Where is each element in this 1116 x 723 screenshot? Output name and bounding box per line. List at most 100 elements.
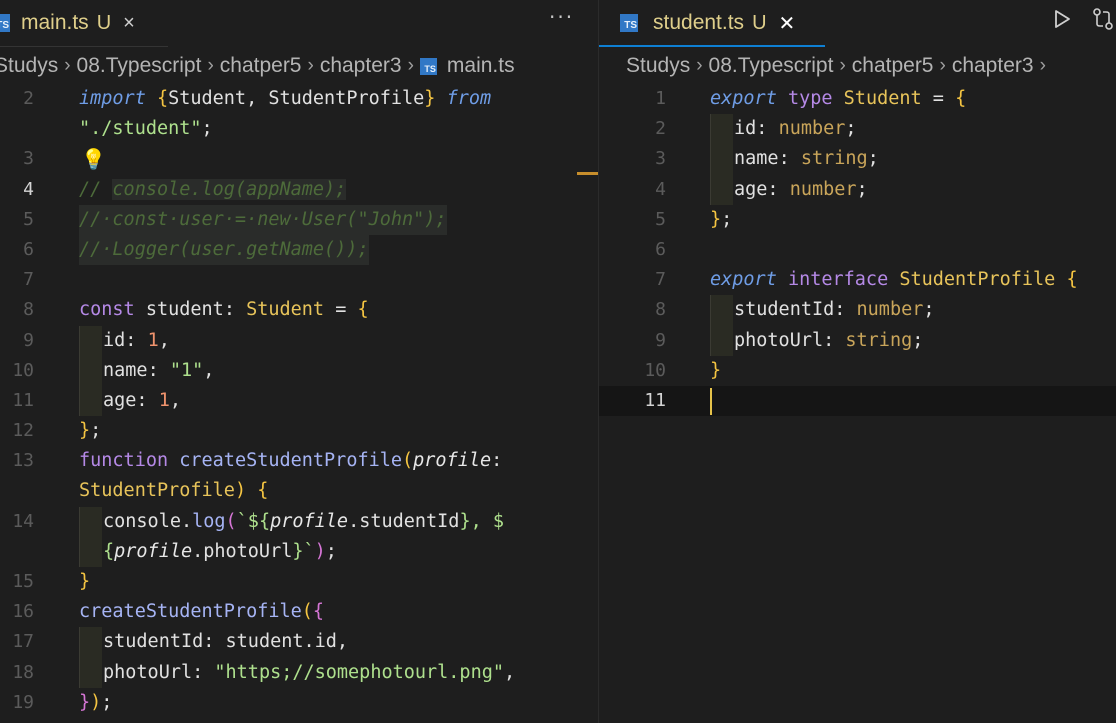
code-line-wrap: "./student"; [0,114,598,144]
code-text: } [79,571,91,592]
line-number: 12 [12,420,34,442]
left-tab-bar: TS main.ts U × ··· [0,0,598,47]
untracked-badge: U [96,11,112,34]
tab-label: main.ts [21,11,89,34]
code-line: 2 import {Student, StudentProfile} from [0,84,598,114]
code-text: export type Student = { [710,88,967,109]
line-number: 15 [12,571,34,592]
chevron-right-icon: › [696,55,703,76]
breadcrumb: Studys › 08.Typescript › chatper5 › chap… [0,49,598,83]
line-number: 13 [12,450,34,472]
line-number: 14 [12,510,34,532]
code-line: 14 console.log(`${profile.studentId}, $ [0,506,598,537]
breadcrumb-file[interactable]: TS main.ts [419,54,515,78]
code-line: 11 [599,386,1116,416]
code-text: StudentProfile) { [79,480,269,502]
lightbulb-icon[interactable]: 💡 [81,144,106,174]
code-text: "./student"; [79,118,213,140]
indent-guide [79,657,102,688]
breadcrumb-item[interactable]: chapter3 [952,54,1034,78]
line-number: 8 [23,299,34,321]
line-number: 9 [23,329,34,351]
close-tab-icon[interactable]: × [123,12,135,35]
code-line: 6 [599,235,1116,265]
tab-main-ts[interactable]: TS main.ts U × [0,0,168,47]
line-number: 1 [655,88,666,109]
line-number: 16 [12,601,34,623]
play-icon[interactable] [1051,8,1073,30]
code-line: 18 photoUrl: "https;//somephotourl.png", [0,657,598,688]
code-line: 11 age: 1, [0,385,598,417]
overview-ruler-marker [577,172,598,175]
compare-changes-icon[interactable] [1091,6,1116,32]
indent-guide [710,325,733,356]
line-number: 18 [12,661,34,683]
line-number: 11 [12,389,34,411]
line-number: 10 [644,359,666,381]
line-number: 6 [655,238,666,260]
line-number: 5 [655,208,666,230]
code-comment: // console.log(appName); [79,178,347,200]
breadcrumb-item[interactable]: Studys [0,54,58,78]
code-line: 2 id: number; [599,114,1116,145]
code-line: 7 [0,265,598,295]
code-editor-student[interactable]: 1 export type Student = { 2 id: number; … [599,84,1116,417]
code-text: id: 1, [103,329,170,351]
code-line: 10 name: "1", [0,355,598,386]
chevron-right-icon: › [939,55,946,76]
chevron-right-icon: › [307,55,314,76]
code-text: export interface StudentProfile { [710,269,1078,291]
line-number: 7 [23,269,34,291]
code-text: }); [79,691,113,713]
tab-student-ts[interactable]: TS student.ts U ✕ [599,0,825,47]
line-number: 8 [655,299,666,321]
code-text: id: number; [734,118,857,140]
breadcrumb-item[interactable]: chatper5 [220,54,302,78]
left-editor-group: TS main.ts U × ··· Studys › 08.Typescrip… [0,0,598,723]
indent-guide [79,506,102,537]
indent-guide [79,627,102,658]
code-line: 19 }); [0,688,598,718]
code-line: 1 export type Student = { [599,84,1116,114]
indent-guide [710,114,733,145]
breadcrumb-item[interactable]: 08.Typescript [709,54,834,78]
code-text: }; [79,420,102,442]
code-line: 15 } [0,567,598,597]
code-text: photoUrl: string; [734,329,924,351]
line-number: 2 [23,88,34,109]
line-number: 7 [655,269,666,291]
code-line: 6 //·Logger(user.getName()); [0,234,598,266]
chevron-right-icon: › [839,55,846,76]
breadcrumb-item[interactable]: 08.Typescript [77,54,202,78]
indent-guide [79,325,102,356]
code-line-wrap: {profile.photoUrl}`); [0,536,598,567]
code-text: } [710,359,722,381]
text-cursor [710,387,712,415]
line-number: 4 [23,178,34,200]
right-editor-group: TS student.ts U ✕ Studys › 08.Typescript… [599,0,1116,723]
code-line: 8 const student: Student = { [0,295,598,325]
breadcrumb-item[interactable]: Studys [626,54,690,78]
code-text: createStudentProfile({ [79,601,325,623]
line-number: 3 [23,148,34,170]
more-actions-icon[interactable]: ··· [549,0,574,38]
code-text: name: string; [734,148,879,170]
line-number: 5 [23,208,34,230]
code-line: 17 studentId: student.id, [0,627,598,658]
code-text: studentId: number; [734,299,935,321]
code-line: 3 💡 [0,144,598,174]
code-line: 4 // console.log(appName); [0,175,598,205]
indent-guide [79,355,102,386]
code-line: 16 createStudentProfile({ [0,597,598,627]
line-number: 2 [655,118,666,140]
code-line: 12 }; [0,416,598,446]
editor-window: TS main.ts U × ··· Studys › 08.Typescrip… [0,0,1116,723]
line-number: 19 [12,691,34,713]
code-text: studentId: student.id, [103,631,349,653]
breadcrumb-item[interactable]: chapter3 [320,54,402,78]
close-tab-icon[interactable]: ✕ [779,11,796,36]
typescript-file-icon: TS [419,57,437,75]
code-editor-main[interactable]: 2 import {Student, StudentProfile} from … [0,84,598,718]
code-line: 10 } [599,356,1116,386]
breadcrumb-item[interactable]: chatper5 [852,54,934,78]
